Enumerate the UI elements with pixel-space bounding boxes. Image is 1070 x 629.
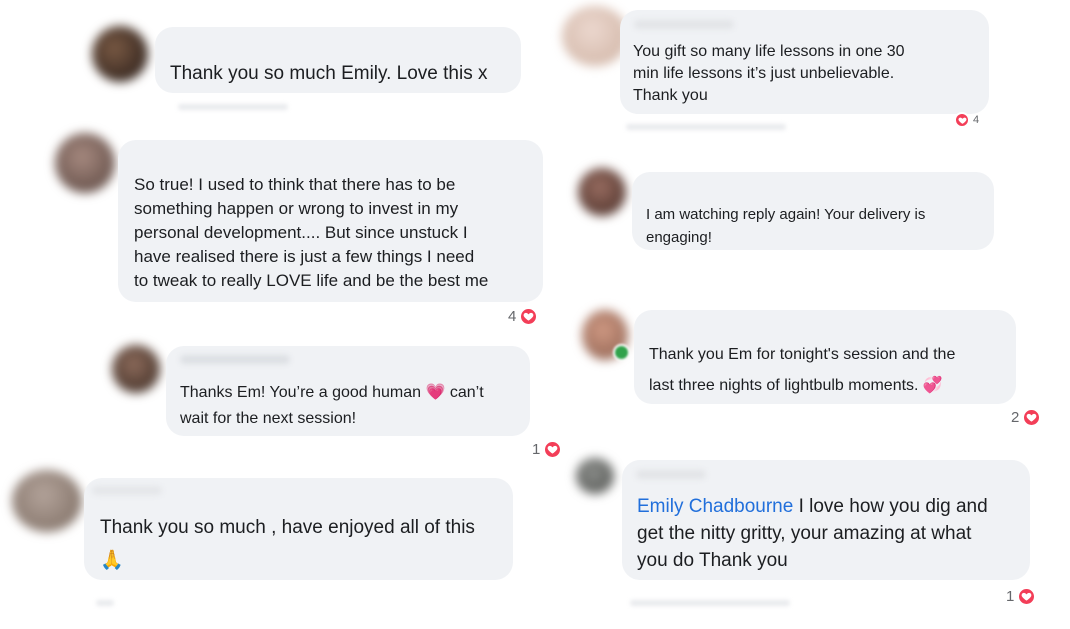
heart-icon xyxy=(954,112,970,128)
heart-icon xyxy=(519,307,539,326)
reaction-count[interactable]: 4 xyxy=(954,112,979,128)
author-name[interactable] xyxy=(636,470,706,479)
comment-bubble: Thank you so much Emily. Love this x xyxy=(155,27,521,93)
comment-bubble: Thank you Em for tonight's session and t… xyxy=(634,310,1016,404)
heart-icon xyxy=(543,440,563,459)
author-name[interactable] xyxy=(634,20,734,29)
mention-link[interactable]: Emily Chadbourne xyxy=(637,496,793,517)
comment-meta xyxy=(96,600,114,606)
comment-bubble: Emily Chadbourne I love how you dig and … xyxy=(622,460,1030,580)
reaction-count-label: 1 xyxy=(1006,588,1015,605)
avatar[interactable] xyxy=(576,458,614,494)
revolving-hearts-emoji-icon: 💞 xyxy=(922,375,943,394)
comment-meta xyxy=(630,600,790,606)
comment-text: Thanks Em! You’re a good human 💗 can’t w… xyxy=(180,379,484,432)
comment-bubble: So true! I used to think that there has … xyxy=(118,140,543,302)
comment-bubble: I am watching reply again! Your delivery… xyxy=(632,172,994,250)
comment-text-part: Thank you Em for tonight's session and t… xyxy=(649,346,956,394)
comment-bubble: You gift so many life lessons in one 30 … xyxy=(620,10,989,114)
comment-text-part: Thanks Em! You’re a good human xyxy=(180,384,426,401)
author-name[interactable] xyxy=(92,486,162,495)
heart-icon xyxy=(1017,587,1037,606)
reaction-count-label: 1 xyxy=(532,441,541,458)
online-status-dot xyxy=(613,344,630,361)
reaction-count-label: 2 xyxy=(1011,409,1020,426)
avatar[interactable] xyxy=(92,26,148,82)
comment-text: So true! I used to think that there has … xyxy=(134,175,489,290)
comment-text: Thank you Em for tonight's session and t… xyxy=(649,340,955,401)
comment-text: Thank you so much Emily. Love this x xyxy=(170,63,488,84)
reaction-count-label: 4 xyxy=(973,114,980,126)
comment-bubble: Thanks Em! You’re a good human 💗 can’t w… xyxy=(166,346,530,436)
heart-emoji-icon: 💗 xyxy=(425,382,446,401)
reaction-count[interactable]: 4 xyxy=(508,307,539,326)
avatar[interactable] xyxy=(562,6,628,66)
comment-text-part: Thank you so much , have enjoyed all of … xyxy=(100,517,475,538)
folded-hands-emoji-icon: 🙏 xyxy=(100,549,124,571)
comment-text: Thank you so much , have enjoyed all of … xyxy=(100,512,475,577)
comment-text: You gift so many life lessons in one 30 … xyxy=(633,43,905,104)
avatar[interactable] xyxy=(578,168,626,216)
avatar[interactable] xyxy=(55,133,115,193)
comment-text: Emily Chadbourne I love how you dig and … xyxy=(637,493,988,574)
comment-meta xyxy=(178,104,288,110)
avatar[interactable] xyxy=(112,345,160,393)
author-name[interactable] xyxy=(180,355,290,364)
comment-meta xyxy=(626,124,786,130)
comment-bubble: Thank you so much , have enjoyed all of … xyxy=(84,478,513,580)
reaction-count[interactable]: 1 xyxy=(532,440,563,459)
reaction-count[interactable]: 1 xyxy=(1006,587,1037,606)
reaction-count-label: 4 xyxy=(508,308,517,325)
heart-icon xyxy=(1022,408,1042,427)
avatar[interactable] xyxy=(12,470,82,532)
reaction-count[interactable]: 2 xyxy=(1011,408,1042,427)
comment-text: I am watching reply again! Your delivery… xyxy=(646,206,926,246)
